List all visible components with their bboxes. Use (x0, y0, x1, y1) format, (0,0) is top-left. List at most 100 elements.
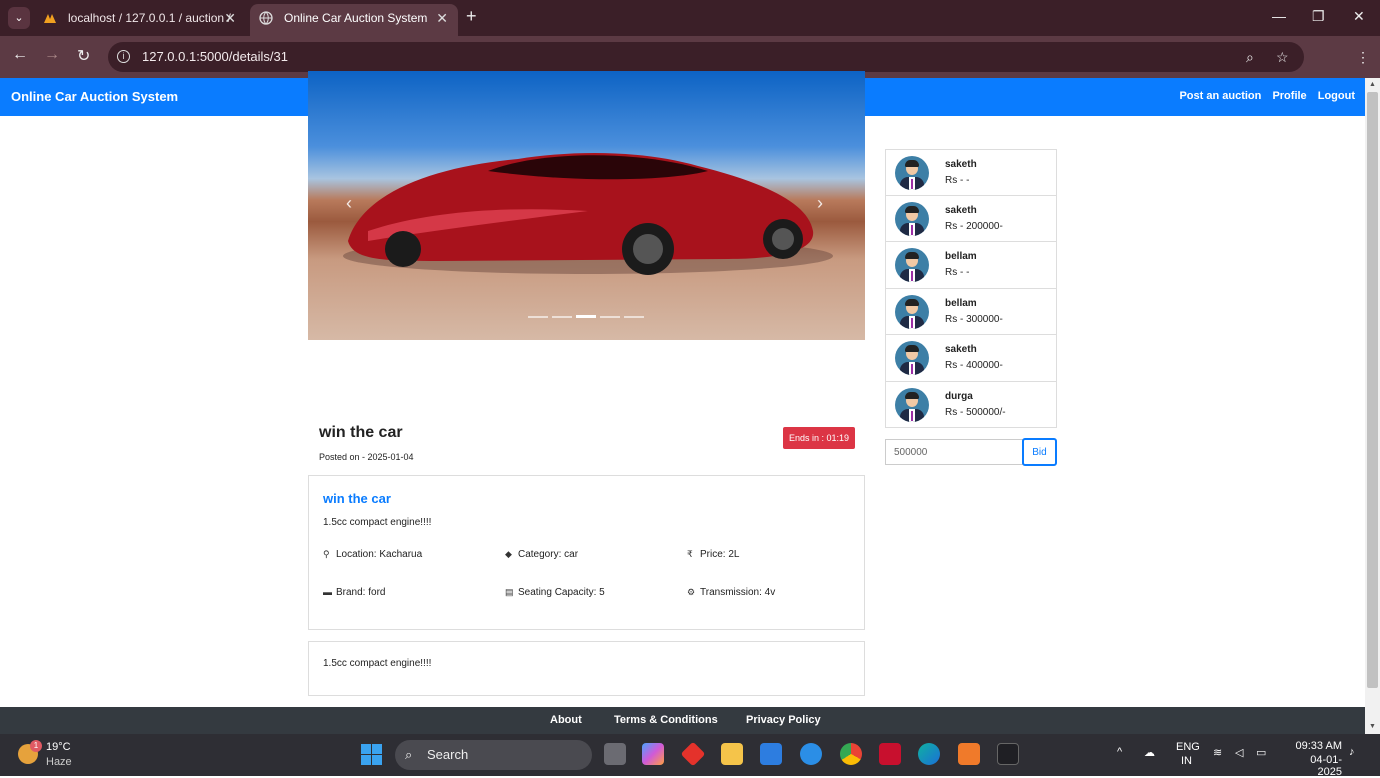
copilot-icon[interactable] (642, 743, 664, 765)
scroll-up-icon[interactable]: ▲ (1369, 81, 1376, 88)
close-tab-icon[interactable]: ✕ (436, 4, 448, 32)
posted-date: Posted on - 2025-01-04 (319, 452, 414, 462)
reload-icon[interactable]: ↻ (77, 46, 90, 66)
tab-search-icon[interactable]: ⌄ (8, 7, 30, 29)
forward-icon[interactable]: → (44, 46, 60, 64)
url-input[interactable]: i 127.0.0.1:5000/details/31 (108, 42, 1304, 72)
wifi-icon[interactable]: ≋ (1213, 746, 1222, 759)
footer-about[interactable]: About (550, 714, 582, 726)
bookmark-star-icon[interactable]: ☆ (1276, 49, 1289, 66)
bid-amount-input[interactable] (885, 439, 1023, 465)
tray-chevron-icon[interactable]: ^ (1117, 746, 1122, 758)
attr-price: ₹ Price: 2L (687, 549, 739, 560)
nav-profile[interactable]: Profile (1272, 90, 1306, 102)
globe-icon (259, 11, 273, 25)
bidder-avatar (895, 201, 929, 236)
description-card: 1.5cc compact engine!!!! (308, 641, 865, 696)
carousel-next-icon[interactable]: › (817, 193, 823, 214)
details-card: win the car 1.5cc compact engine!!!! ⚲ Lo… (308, 475, 865, 630)
attr-brand-text: Brand: ford (336, 587, 386, 598)
listing-title: win the car (319, 424, 403, 441)
countdown-badge: Ends in : 01:19 (783, 427, 855, 449)
cloud-icon[interactable]: ☁ (1144, 746, 1155, 759)
bidder-avatar (895, 341, 929, 375)
edge-icon[interactable] (918, 743, 940, 765)
bidder-avatar (895, 156, 929, 190)
tab-auction[interactable]: Online Car Auction System ✕ (250, 4, 458, 36)
attr-price-text: Price: 2L (700, 549, 740, 560)
tags-icon: ◆ (505, 549, 512, 559)
close-window-icon[interactable]: ✕ (1353, 8, 1365, 25)
card-title[interactable]: win the car (323, 491, 391, 506)
bidder-avatar (895, 294, 929, 329)
attr-location-text: Location: Kacharua (336, 549, 423, 560)
weather-condition[interactable]: Haze (46, 756, 72, 768)
footer-terms[interactable]: Terms & Conditions (614, 714, 718, 726)
carousel-indicator[interactable] (600, 316, 620, 318)
carousel-indicator[interactable] (552, 316, 572, 318)
attr-transmission: ⚙ Transmission: 4v (687, 587, 775, 598)
browser-tabstrip: ⌄ localhost / 127.0.0.1 / auction / ✕ On… (0, 0, 1380, 36)
xampp-icon[interactable] (958, 743, 980, 765)
seat-icon: ▤ (505, 587, 514, 597)
car-photo (343, 153, 833, 275)
bid-item: saketh Rs - 200000- (885, 195, 1057, 242)
close-tab-icon[interactable]: ✕ (224, 4, 236, 32)
system-clock[interactable]: 09:33 AM 04-01-2025 (1286, 740, 1342, 778)
temperature[interactable]: 19°C (46, 741, 71, 753)
bid-item: saketh Rs - - (885, 149, 1057, 196)
minimize-icon[interactable]: — (1272, 8, 1286, 24)
carousel-indicator-active[interactable] (576, 315, 596, 318)
nav-links: Post an auction Profile Logout (1171, 90, 1355, 102)
region-label[interactable]: IN (1181, 755, 1192, 767)
terminal-icon[interactable] (997, 743, 1019, 765)
bid-history-list: saketh Rs - - saketh Rs - 200000- bellam… (885, 149, 1057, 428)
mcafee-icon[interactable] (879, 743, 901, 765)
bidder-avatar (895, 248, 929, 282)
bid-item: saketh Rs - 400000- (885, 335, 1057, 382)
chrome-icon[interactable] (840, 743, 862, 765)
app-diamond-icon[interactable] (680, 741, 706, 767)
help-icon[interactable] (800, 743, 822, 765)
bid-amount: Rs - 200000- (945, 220, 1003, 232)
carousel-prev-icon[interactable]: ‹ (346, 193, 352, 214)
store-icon[interactable] (760, 743, 782, 765)
tab-title: localhost / 127.0.0.1 / auction / (68, 11, 231, 25)
carousel-indicator[interactable] (528, 316, 548, 318)
bid-item: bellam Rs - - (885, 242, 1057, 289)
bid-button[interactable]: Bid (1022, 438, 1057, 466)
attr-transmission-text: Transmission: 4v (700, 587, 776, 598)
bid-item: bellam Rs - 300000- (885, 288, 1057, 335)
taskbar-search[interactable]: ⌕ Search (395, 740, 592, 770)
attr-category-text: Category: car (518, 549, 579, 560)
nav-post-auction[interactable]: Post an auction (1179, 90, 1261, 102)
bidder-name: bellam (945, 297, 977, 309)
restore-icon[interactable]: ❐ (1312, 8, 1325, 25)
site-footer: About Terms & Conditions Privacy Policy (0, 707, 1365, 734)
tab-title: Online Car Auction System (284, 11, 428, 25)
scroll-down-icon[interactable]: ▼ (1369, 723, 1376, 730)
zoom-icon[interactable]: ⌕ (1246, 49, 1254, 66)
new-tab-icon[interactable]: + (466, 6, 477, 27)
task-view-icon[interactable] (604, 743, 626, 765)
tab-phpmyadmin[interactable]: localhost / 127.0.0.1 / auction / ✕ (34, 4, 246, 36)
windows-start-icon[interactable] (361, 744, 382, 765)
carousel-indicator[interactable] (624, 316, 644, 318)
bid-amount: Rs - 300000- (945, 313, 1003, 325)
battery-icon[interactable]: ▭ (1256, 746, 1266, 759)
scroll-thumb[interactable] (1367, 92, 1378, 688)
page-scrollbar[interactable]: ▲ ▼ (1365, 78, 1380, 734)
bid-amount: Rs - 500000/- (945, 406, 1006, 418)
menu-kebab-icon[interactable]: ⋮ (1356, 49, 1370, 66)
site-brand[interactable]: Online Car Auction System (11, 89, 178, 104)
windows-taskbar: 1 19°C Haze ⌕ Search ^ ☁ ENG IN ≋ ◁ ▭ 09… (0, 734, 1380, 778)
nav-logout[interactable]: Logout (1318, 90, 1355, 102)
bid-item: durga Rs - 500000/- (885, 381, 1057, 428)
site-info-icon[interactable]: i (117, 50, 130, 63)
language-label[interactable]: ENG (1176, 741, 1200, 753)
footer-privacy[interactable]: Privacy Policy (746, 714, 821, 726)
back-icon[interactable]: ← (12, 46, 28, 64)
notification-bell-icon[interactable]: ♪ (1349, 746, 1355, 758)
volume-icon[interactable]: ◁ (1235, 746, 1243, 759)
file-explorer-icon[interactable] (721, 743, 743, 765)
